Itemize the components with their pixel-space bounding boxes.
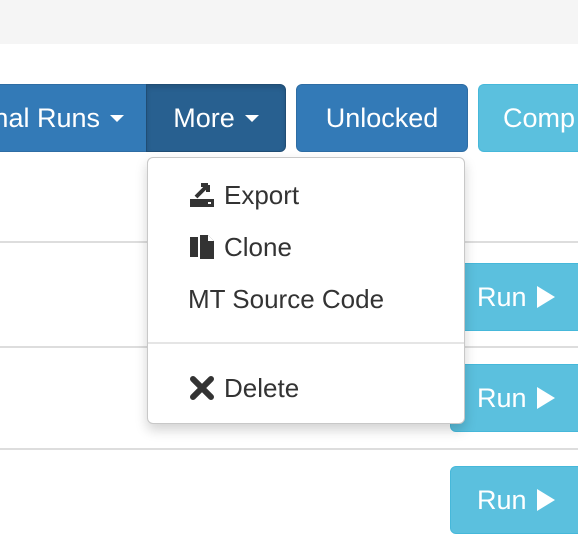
menu-item-clone[interactable]: Clone — [148, 225, 464, 269]
menu-item-label: MT Source Code — [188, 283, 385, 314]
internal-runs-label: nal Runs — [0, 102, 100, 133]
run-toolbar: nal Runs More Unlocked Comp — [0, 84, 578, 152]
compare-button[interactable]: Comp — [478, 84, 578, 152]
play-icon — [536, 387, 555, 409]
delete-icon — [188, 374, 216, 402]
menu-item-export[interactable]: Export — [148, 173, 464, 217]
menu-divider — [148, 342, 464, 344]
row-divider — [0, 448, 578, 450]
menu-item-label: Delete — [224, 372, 300, 403]
run-label: Run — [477, 382, 527, 413]
menu-item-delete[interactable]: Delete — [148, 366, 464, 410]
clone-icon — [188, 233, 216, 261]
run-button[interactable]: Run — [450, 364, 578, 432]
run-label: Run — [477, 484, 527, 515]
unlocked-label: Unlocked — [325, 102, 439, 133]
play-icon — [536, 489, 555, 511]
run-label: Run — [477, 281, 527, 312]
play-icon — [536, 286, 555, 308]
top-bar — [0, 0, 578, 44]
menu-item-label: Clone — [224, 231, 292, 262]
caret-down-icon — [110, 114, 124, 122]
more-dropdown-button[interactable]: More — [146, 84, 286, 152]
export-icon — [188, 181, 216, 209]
more-dropdown-menu: Export Clone MT Source Code Delete — [147, 157, 465, 424]
internal-runs-dropdown-button[interactable]: nal Runs — [0, 84, 148, 152]
run-button[interactable]: Run — [450, 263, 578, 331]
caret-down-icon — [244, 114, 259, 122]
compare-label: Comp — [503, 102, 576, 133]
menu-item-mt-source-code[interactable]: MT Source Code — [148, 277, 464, 321]
run-button[interactable]: Run — [450, 466, 578, 534]
unlocked-button[interactable]: Unlocked — [296, 84, 468, 152]
menu-item-label: Export — [224, 179, 300, 210]
more-label: More — [173, 102, 235, 133]
